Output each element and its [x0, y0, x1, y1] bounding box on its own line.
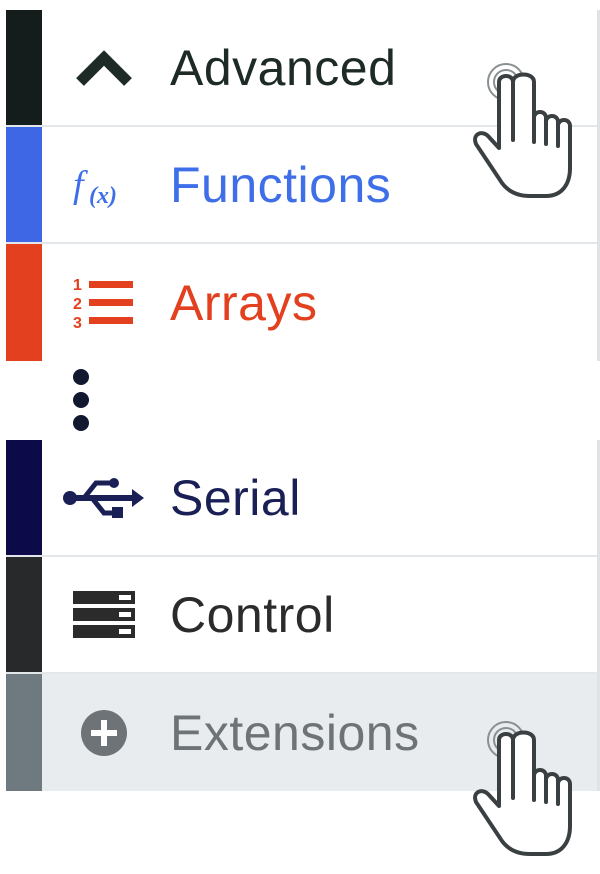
svg-text:(x): (x)	[89, 183, 117, 209]
category-arrays[interactable]: 1 2 3 Arrays	[6, 244, 597, 361]
category-extensions[interactable]: Extensions	[6, 674, 597, 791]
category-advanced[interactable]: Advanced	[6, 10, 597, 127]
category-label: Advanced	[170, 39, 397, 96]
category-color-stripe	[6, 674, 42, 791]
category-color-stripe	[6, 127, 42, 242]
category-color-stripe	[6, 244, 42, 361]
category-color-stripe	[6, 557, 42, 672]
numbered-list-icon: 1 2 3	[58, 268, 150, 338]
plus-circle-icon	[58, 698, 150, 768]
toolbox-category-list-bottom: Serial Control Extensions	[6, 440, 600, 791]
server-rack-icon	[58, 580, 150, 650]
svg-text:2: 2	[73, 296, 82, 313]
category-label: Functions	[170, 156, 392, 213]
category-functions[interactable]: f (x) Functions	[6, 127, 597, 244]
category-label: Control	[170, 586, 335, 643]
more-vertical-icon	[73, 369, 89, 431]
category-color-stripe	[6, 10, 42, 125]
category-color-stripe	[6, 440, 42, 555]
svg-text:3: 3	[73, 315, 82, 332]
svg-text:f: f	[73, 164, 88, 206]
toolbox-category-list-top: Advanced f (x) Functions 1 2 3 Arrays	[6, 10, 600, 361]
category-control[interactable]: Control	[6, 557, 597, 674]
category-label: Extensions	[170, 704, 420, 761]
function-fx-icon: f (x)	[58, 150, 150, 220]
usb-icon	[58, 463, 150, 533]
category-label: Serial	[170, 469, 301, 526]
category-label: Arrays	[170, 274, 318, 331]
svg-text:1: 1	[73, 277, 82, 294]
category-serial[interactable]: Serial	[6, 440, 597, 557]
chevron-up-icon	[58, 33, 150, 103]
